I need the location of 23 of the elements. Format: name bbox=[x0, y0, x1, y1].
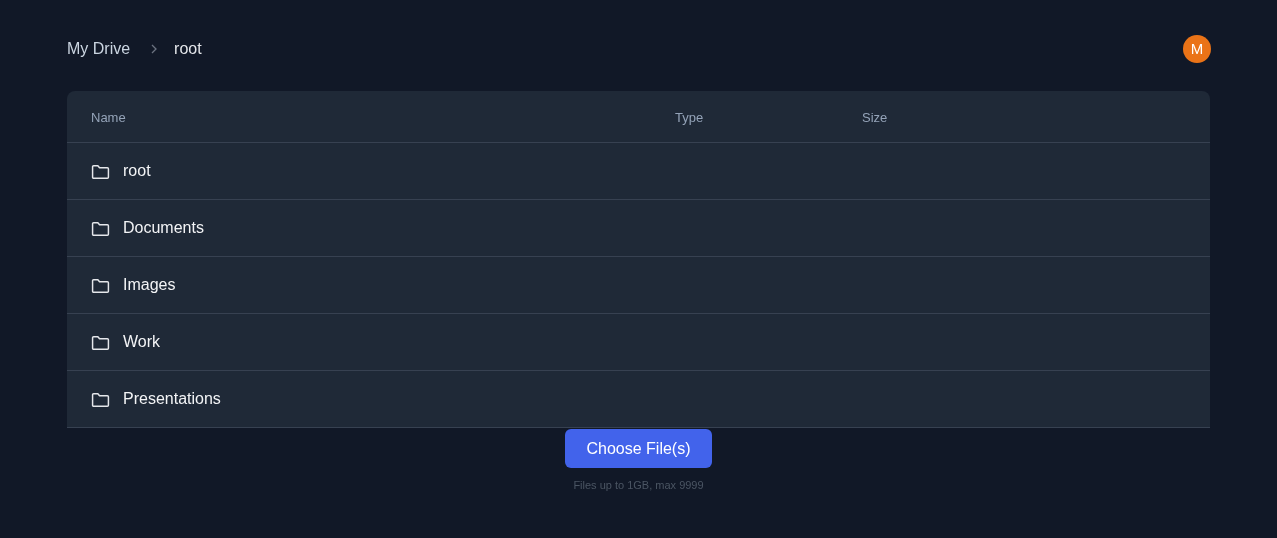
folder-icon bbox=[91, 276, 110, 294]
chevron-right-icon bbox=[150, 44, 159, 54]
column-header[interactable]: Type bbox=[675, 109, 704, 125]
breadcrumb-link[interactable]: My Drive bbox=[67, 37, 131, 61]
table-row[interactable]: Images bbox=[67, 257, 1210, 314]
table-row[interactable]: Presentations bbox=[67, 371, 1210, 428]
table-row[interactable]: root bbox=[67, 143, 1210, 200]
file-name: Images bbox=[123, 275, 176, 295]
file-name: Documents bbox=[123, 218, 204, 238]
upload-hint: Files up to 1GB, max 9999 bbox=[573, 478, 704, 493]
column-header[interactable]: Size bbox=[862, 109, 888, 125]
file-name: Work bbox=[123, 332, 161, 352]
table-row[interactable]: Work bbox=[67, 314, 1210, 371]
column-header[interactable]: Name bbox=[91, 109, 126, 125]
breadcrumb-link[interactable]: root bbox=[174, 37, 202, 61]
folder-icon bbox=[91, 219, 110, 237]
choose-files-button[interactable]: Choose File(s) bbox=[565, 429, 712, 468]
file-name: root bbox=[123, 161, 151, 181]
file-name: Presentations bbox=[123, 389, 221, 409]
folder-icon bbox=[91, 333, 110, 351]
folder-icon bbox=[91, 390, 110, 408]
table-row[interactable]: Documents bbox=[67, 200, 1210, 257]
folder-icon bbox=[91, 162, 110, 180]
